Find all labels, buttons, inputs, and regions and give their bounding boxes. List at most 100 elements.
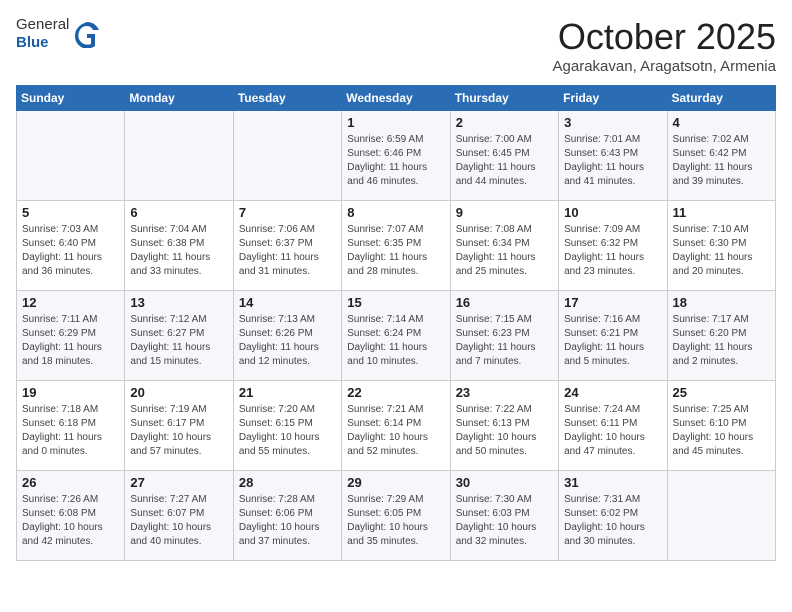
calendar-cell: 20 Sunrise: 7:19 AM Sunset: 6:17 PM Dayli… [125,381,233,471]
day-number: 27 [130,475,227,490]
day-info: Sunrise: 7:17 AM Sunset: 6:20 PM Dayligh… [673,313,770,369]
calendar-cell: 9 Sunrise: 7:08 AM Sunset: 6:34 PM Daylig… [450,201,558,291]
day-number: 19 [22,385,119,400]
day-info: Sunrise: 7:20 AM Sunset: 6:15 PM Dayligh… [239,403,336,459]
day-number: 14 [239,295,336,310]
day-number: 2 [456,115,553,130]
day-number: 3 [564,115,661,130]
calendar-cell: 8 Sunrise: 7:07 AM Sunset: 6:35 PM Daylig… [342,201,450,291]
day-info: Sunrise: 7:26 AM Sunset: 6:08 PM Dayligh… [22,493,119,549]
weekday-header: Monday [125,86,233,111]
day-number: 20 [130,385,227,400]
title-block: October 2025 Agarakavan, Aragatsotn, Arm… [553,16,776,75]
day-number: 25 [673,385,770,400]
day-number: 10 [564,205,661,220]
day-info: Sunrise: 7:07 AM Sunset: 6:35 PM Dayligh… [347,223,444,279]
day-info: Sunrise: 7:28 AM Sunset: 6:06 PM Dayligh… [239,493,336,549]
day-info: Sunrise: 7:01 AM Sunset: 6:43 PM Dayligh… [564,133,661,189]
logo-general: General [16,16,69,33]
day-number: 28 [239,475,336,490]
weekday-header-row: SundayMondayTuesdayWednesdayThursdayFrid… [17,86,776,111]
day-info: Sunrise: 7:27 AM Sunset: 6:07 PM Dayligh… [130,493,227,549]
day-number: 4 [673,115,770,130]
day-info: Sunrise: 7:04 AM Sunset: 6:38 PM Dayligh… [130,223,227,279]
day-info: Sunrise: 7:02 AM Sunset: 6:42 PM Dayligh… [673,133,770,189]
day-number: 6 [130,205,227,220]
calendar-cell: 16 Sunrise: 7:15 AM Sunset: 6:23 PM Dayli… [450,291,558,381]
day-number: 9 [456,205,553,220]
day-info: Sunrise: 7:13 AM Sunset: 6:26 PM Dayligh… [239,313,336,369]
day-number: 29 [347,475,444,490]
day-info: Sunrise: 7:29 AM Sunset: 6:05 PM Dayligh… [347,493,444,549]
calendar-cell: 4 Sunrise: 7:02 AM Sunset: 6:42 PM Daylig… [667,111,775,201]
calendar-cell: 11 Sunrise: 7:10 AM Sunset: 6:30 PM Dayli… [667,201,775,291]
calendar-cell: 29 Sunrise: 7:29 AM Sunset: 6:05 PM Dayli… [342,471,450,561]
day-info: Sunrise: 7:19 AM Sunset: 6:17 PM Dayligh… [130,403,227,459]
weekday-header: Tuesday [233,86,341,111]
day-info: Sunrise: 7:21 AM Sunset: 6:14 PM Dayligh… [347,403,444,459]
calendar-cell [17,111,125,201]
calendar-week-row: 19 Sunrise: 7:18 AM Sunset: 6:18 PM Dayli… [17,381,776,471]
calendar-cell: 6 Sunrise: 7:04 AM Sunset: 6:38 PM Daylig… [125,201,233,291]
day-info: Sunrise: 7:25 AM Sunset: 6:10 PM Dayligh… [673,403,770,459]
calendar-table: SundayMondayTuesdayWednesdayThursdayFrid… [16,85,776,561]
calendar-cell: 27 Sunrise: 7:27 AM Sunset: 6:07 PM Dayli… [125,471,233,561]
day-info: Sunrise: 7:08 AM Sunset: 6:34 PM Dayligh… [456,223,553,279]
logo-icon [73,20,101,48]
day-number: 17 [564,295,661,310]
day-info: Sunrise: 7:10 AM Sunset: 6:30 PM Dayligh… [673,223,770,279]
day-info: Sunrise: 7:30 AM Sunset: 6:03 PM Dayligh… [456,493,553,549]
calendar-cell: 26Sunrise: 7:26 AM Sunset: 6:08 PM Dayli… [17,471,125,561]
day-info: Sunrise: 7:18 AM Sunset: 6:18 PM Dayligh… [22,403,119,459]
weekday-header: Friday [559,86,667,111]
calendar-cell: 3 Sunrise: 7:01 AM Sunset: 6:43 PM Daylig… [559,111,667,201]
calendar-week-row: 5Sunrise: 7:03 AM Sunset: 6:40 PM Daylig… [17,201,776,291]
calendar-cell: 17 Sunrise: 7:16 AM Sunset: 6:21 PM Dayli… [559,291,667,381]
day-info: Sunrise: 7:16 AM Sunset: 6:21 PM Dayligh… [564,313,661,369]
calendar-cell: 10 Sunrise: 7:09 AM Sunset: 6:32 PM Dayli… [559,201,667,291]
day-number: 30 [456,475,553,490]
day-info: Sunrise: 7:06 AM Sunset: 6:37 PM Dayligh… [239,223,336,279]
day-number: 22 [347,385,444,400]
calendar-cell: 24 Sunrise: 7:24 AM Sunset: 6:11 PM Dayli… [559,381,667,471]
day-number: 11 [673,205,770,220]
day-number: 18 [673,295,770,310]
calendar-cell: 23Sunrise: 7:22 AM Sunset: 6:13 PM Dayli… [450,381,558,471]
calendar-cell: 13Sunrise: 7:12 AM Sunset: 6:27 PM Dayli… [125,291,233,381]
day-number: 13 [130,295,227,310]
day-info: Sunrise: 7:15 AM Sunset: 6:23 PM Dayligh… [456,313,553,369]
day-info: Sunrise: 6:59 AM Sunset: 6:46 PM Dayligh… [347,133,444,189]
day-number: 1 [347,115,444,130]
calendar-cell: 19 Sunrise: 7:18 AM Sunset: 6:18 PM Dayli… [17,381,125,471]
day-number: 15 [347,295,444,310]
calendar-cell [233,111,341,201]
day-info: Sunrise: 7:14 AM Sunset: 6:24 PM Dayligh… [347,313,444,369]
day-info: Sunrise: 7:00 AM Sunset: 6:45 PM Dayligh… [456,133,553,189]
calendar-cell: 2 Sunrise: 7:00 AM Sunset: 6:45 PM Daylig… [450,111,558,201]
weekday-header: Thursday [450,86,558,111]
day-number: 8 [347,205,444,220]
month-title: October 2025 [553,16,776,58]
calendar-cell: 30 Sunrise: 7:30 AM Sunset: 6:03 PM Dayli… [450,471,558,561]
location: Agarakavan, Aragatsotn, Armenia [553,58,776,75]
day-number: 12 [22,295,119,310]
day-number: 21 [239,385,336,400]
calendar-cell: 15 Sunrise: 7:14 AM Sunset: 6:24 PM Dayli… [342,291,450,381]
day-number: 7 [239,205,336,220]
calendar-cell [667,471,775,561]
day-info: Sunrise: 7:24 AM Sunset: 6:11 PM Dayligh… [564,403,661,459]
calendar-cell: 14 Sunrise: 7:13 AM Sunset: 6:26 PM Dayli… [233,291,341,381]
weekday-header: Wednesday [342,86,450,111]
day-info: Sunrise: 7:09 AM Sunset: 6:32 PM Dayligh… [564,223,661,279]
calendar-cell: 21 Sunrise: 7:20 AM Sunset: 6:15 PM Dayli… [233,381,341,471]
day-number: 24 [564,385,661,400]
calendar-week-row: 26Sunrise: 7:26 AM Sunset: 6:08 PM Dayli… [17,471,776,561]
day-info: Sunrise: 7:31 AM Sunset: 6:02 PM Dayligh… [564,493,661,549]
day-number: 5 [22,205,119,220]
calendar-cell: 12Sunrise: 7:11 AM Sunset: 6:29 PM Dayli… [17,291,125,381]
calendar-cell: 5Sunrise: 7:03 AM Sunset: 6:40 PM Daylig… [17,201,125,291]
logo-blue: Blue [16,34,49,51]
day-number: 16 [456,295,553,310]
calendar-cell: 1 Sunrise: 6:59 AM Sunset: 6:46 PM Daylig… [342,111,450,201]
calendar-cell: 25 Sunrise: 7:25 AM Sunset: 6:10 PM Dayli… [667,381,775,471]
